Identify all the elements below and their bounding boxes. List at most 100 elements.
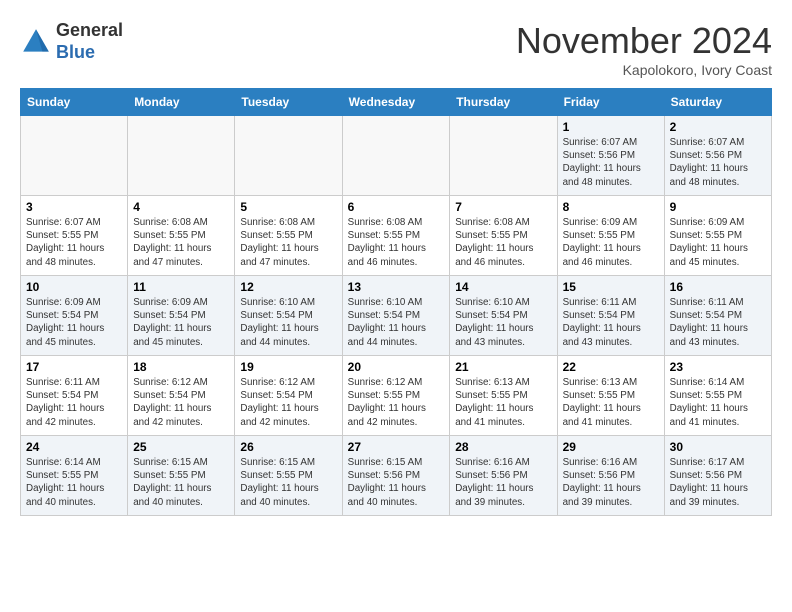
day-number: 8 (563, 200, 659, 214)
weekday-header: Tuesday (235, 89, 342, 116)
calendar-week-row: 1 Sunrise: 6:07 AM Sunset: 5:56 PM Daylig… (21, 116, 772, 196)
calendar-cell: 23Sunrise: 6:14 AM Sunset: 5:55 PM Dayli… (664, 356, 771, 436)
day-info: Sunrise: 6:07 AM Sunset: 5:56 PM Dayligh… (670, 136, 766, 189)
calendar-cell: 15Sunrise: 6:11 AM Sunset: 5:54 PM Dayli… (557, 276, 664, 356)
day-info: Sunrise: 6:08 AM Sunset: 5:55 PM Dayligh… (240, 216, 336, 269)
location: Kapolokoro, Ivory Coast (516, 62, 772, 78)
day-number: 17 (26, 360, 122, 374)
day-number: 2 (670, 120, 766, 134)
title-block: November 2024 Kapolokoro, Ivory Coast (516, 20, 772, 78)
day-info: Sunrise: 6:11 AM Sunset: 5:54 PM Dayligh… (26, 376, 122, 429)
weekday-header: Saturday (664, 89, 771, 116)
day-number: 4 (133, 200, 229, 214)
day-number: 20 (348, 360, 445, 374)
calendar-cell: 17 Sunrise: 6:11 AM Sunset: 5:54 PM Dayli… (21, 356, 128, 436)
day-info: Sunrise: 6:09 AM Sunset: 5:54 PM Dayligh… (133, 296, 229, 349)
calendar-week-row: 3 Sunrise: 6:07 AM Sunset: 5:55 PM Daylig… (21, 196, 772, 276)
day-info: Sunrise: 6:09 AM Sunset: 5:54 PM Dayligh… (26, 296, 122, 349)
day-number: 24 (26, 440, 122, 454)
calendar-cell: 30 Sunrise: 6:17 AM Sunset: 5:56 PM Dayli… (664, 436, 771, 516)
calendar-cell: 8 Sunrise: 6:09 AM Sunset: 5:55 PM Daylig… (557, 196, 664, 276)
day-info: Sunrise: 6:09 AM Sunset: 5:55 PM Dayligh… (563, 216, 659, 269)
calendar-cell: 14Sunrise: 6:10 AM Sunset: 5:54 PM Dayli… (450, 276, 557, 356)
calendar-cell: 7 Sunrise: 6:08 AM Sunset: 5:55 PM Daylig… (450, 196, 557, 276)
logo-icon (20, 26, 52, 58)
calendar-header: SundayMondayTuesdayWednesdayThursdayFrid… (21, 89, 772, 116)
day-info: Sunrise: 6:10 AM Sunset: 5:54 PM Dayligh… (348, 296, 445, 349)
day-number: 3 (26, 200, 122, 214)
day-number: 7 (455, 200, 551, 214)
day-number: 23 (670, 360, 766, 374)
day-info: Sunrise: 6:17 AM Sunset: 5:56 PM Dayligh… (670, 456, 766, 509)
calendar-cell (21, 116, 128, 196)
day-info: Sunrise: 6:13 AM Sunset: 5:55 PM Dayligh… (455, 376, 551, 429)
day-number: 10 (26, 280, 122, 294)
day-number: 18 (133, 360, 229, 374)
calendar-cell (450, 116, 557, 196)
day-number: 12 (240, 280, 336, 294)
calendar-cell: 2 Sunrise: 6:07 AM Sunset: 5:56 PM Daylig… (664, 116, 771, 196)
day-info: Sunrise: 6:11 AM Sunset: 5:54 PM Dayligh… (563, 296, 659, 349)
day-number: 14 (455, 280, 551, 294)
day-info: Sunrise: 6:07 AM Sunset: 5:55 PM Dayligh… (26, 216, 122, 269)
day-number: 6 (348, 200, 445, 214)
weekday-header: Thursday (450, 89, 557, 116)
day-info: Sunrise: 6:15 AM Sunset: 5:55 PM Dayligh… (133, 456, 229, 509)
day-number: 13 (348, 280, 445, 294)
calendar-cell: 26 Sunrise: 6:15 AM Sunset: 5:55 PM Dayli… (235, 436, 342, 516)
day-info: Sunrise: 6:11 AM Sunset: 5:54 PM Dayligh… (670, 296, 766, 349)
calendar-week-row: 17 Sunrise: 6:11 AM Sunset: 5:54 PM Dayli… (21, 356, 772, 436)
calendar-cell: 19Sunrise: 6:12 AM Sunset: 5:54 PM Dayli… (235, 356, 342, 436)
day-number: 26 (240, 440, 336, 454)
day-info: Sunrise: 6:12 AM Sunset: 5:54 PM Dayligh… (133, 376, 229, 429)
calendar-cell: 21Sunrise: 6:13 AM Sunset: 5:55 PM Dayli… (450, 356, 557, 436)
day-info: Sunrise: 6:12 AM Sunset: 5:55 PM Dayligh… (348, 376, 445, 429)
calendar-cell: 10 Sunrise: 6:09 AM Sunset: 5:54 PM Dayli… (21, 276, 128, 356)
calendar-cell: 18 Sunrise: 6:12 AM Sunset: 5:54 PM Dayli… (128, 356, 235, 436)
day-info: Sunrise: 6:10 AM Sunset: 5:54 PM Dayligh… (240, 296, 336, 349)
weekday-header: Wednesday (342, 89, 450, 116)
calendar-cell: 20 Sunrise: 6:12 AM Sunset: 5:55 PM Dayli… (342, 356, 450, 436)
calendar-cell: 16Sunrise: 6:11 AM Sunset: 5:54 PM Dayli… (664, 276, 771, 356)
logo: General Blue (20, 20, 123, 63)
weekday-header: Monday (128, 89, 235, 116)
calendar-cell: 29Sunrise: 6:16 AM Sunset: 5:56 PM Dayli… (557, 436, 664, 516)
day-info: Sunrise: 6:15 AM Sunset: 5:55 PM Dayligh… (240, 456, 336, 509)
calendar-table: SundayMondayTuesdayWednesdayThursdayFrid… (20, 88, 772, 516)
calendar-cell: 6 Sunrise: 6:08 AM Sunset: 5:55 PM Daylig… (342, 196, 450, 276)
day-number: 27 (348, 440, 445, 454)
calendar-week-row: 10 Sunrise: 6:09 AM Sunset: 5:54 PM Dayli… (21, 276, 772, 356)
month-title: November 2024 (516, 20, 772, 62)
calendar-cell (128, 116, 235, 196)
day-info: Sunrise: 6:08 AM Sunset: 5:55 PM Dayligh… (455, 216, 551, 269)
calendar-cell: 27 Sunrise: 6:15 AM Sunset: 5:56 PM Dayli… (342, 436, 450, 516)
day-info: Sunrise: 6:15 AM Sunset: 5:56 PM Dayligh… (348, 456, 445, 509)
logo-text: General Blue (56, 20, 123, 63)
weekday-header: Sunday (21, 89, 128, 116)
day-number: 11 (133, 280, 229, 294)
day-number: 22 (563, 360, 659, 374)
day-number: 28 (455, 440, 551, 454)
calendar-cell: 13 Sunrise: 6:10 AM Sunset: 5:54 PM Dayli… (342, 276, 450, 356)
day-info: Sunrise: 6:14 AM Sunset: 5:55 PM Dayligh… (26, 456, 122, 509)
day-info: Sunrise: 6:16 AM Sunset: 5:56 PM Dayligh… (455, 456, 551, 509)
day-number: 9 (670, 200, 766, 214)
calendar-cell: 5Sunrise: 6:08 AM Sunset: 5:55 PM Daylig… (235, 196, 342, 276)
day-info: Sunrise: 6:16 AM Sunset: 5:56 PM Dayligh… (563, 456, 659, 509)
day-info: Sunrise: 6:12 AM Sunset: 5:54 PM Dayligh… (240, 376, 336, 429)
day-info: Sunrise: 6:07 AM Sunset: 5:56 PM Dayligh… (563, 136, 659, 189)
calendar-cell: 4 Sunrise: 6:08 AM Sunset: 5:55 PM Daylig… (128, 196, 235, 276)
weekday-header: Friday (557, 89, 664, 116)
calendar-cell: 11 Sunrise: 6:09 AM Sunset: 5:54 PM Dayli… (128, 276, 235, 356)
calendar-cell: 1 Sunrise: 6:07 AM Sunset: 5:56 PM Daylig… (557, 116, 664, 196)
calendar-cell: 12 Sunrise: 6:10 AM Sunset: 5:54 PM Dayli… (235, 276, 342, 356)
day-number: 30 (670, 440, 766, 454)
day-info: Sunrise: 6:13 AM Sunset: 5:55 PM Dayligh… (563, 376, 659, 429)
day-number: 1 (563, 120, 659, 134)
calendar-cell: 9Sunrise: 6:09 AM Sunset: 5:55 PM Daylig… (664, 196, 771, 276)
calendar-cell: 22 Sunrise: 6:13 AM Sunset: 5:55 PM Dayli… (557, 356, 664, 436)
calendar-cell (235, 116, 342, 196)
day-info: Sunrise: 6:08 AM Sunset: 5:55 PM Dayligh… (133, 216, 229, 269)
calendar-cell (342, 116, 450, 196)
day-info: Sunrise: 6:08 AM Sunset: 5:55 PM Dayligh… (348, 216, 445, 269)
